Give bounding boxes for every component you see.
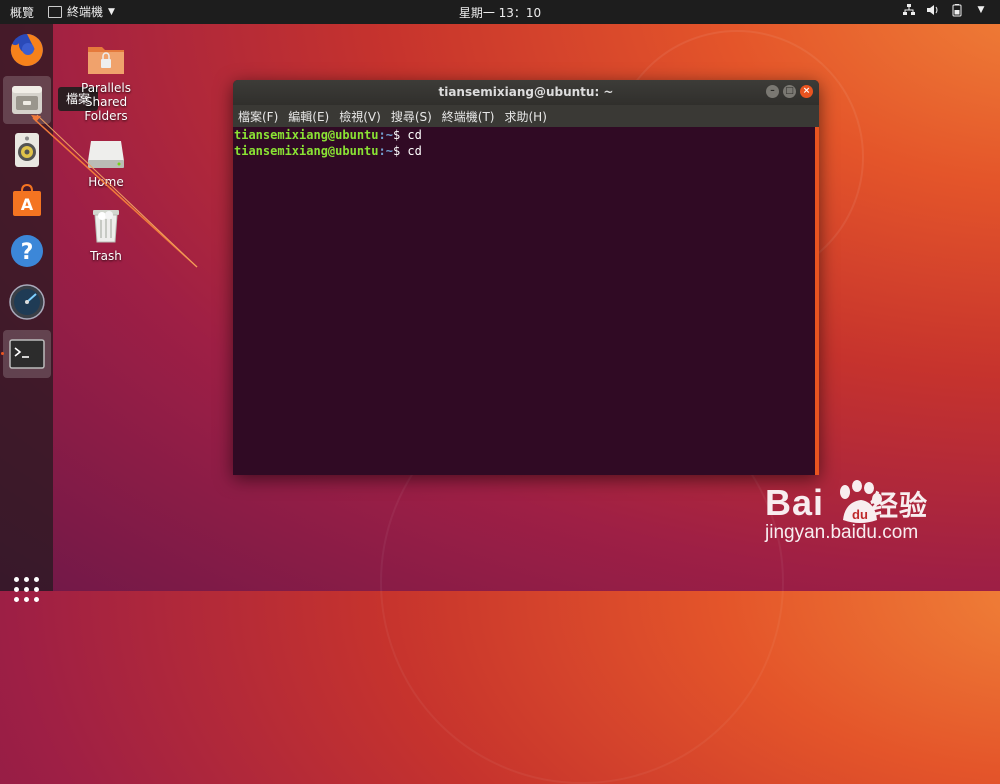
battery-icon[interactable] <box>950 3 964 17</box>
grid-dot <box>34 587 39 592</box>
firefox-icon <box>10 34 43 66</box>
grid-dot <box>14 597 19 602</box>
dock-item-help[interactable]: ? <box>3 227 51 275</box>
paw-icon: du <box>840 480 882 523</box>
menu-file[interactable]: 檔案(F) <box>238 108 278 125</box>
menu-edit[interactable]: 編輯(E) <box>288 108 329 125</box>
grid-dot <box>14 577 19 582</box>
network-icon[interactable] <box>902 3 916 17</box>
desktop-icon-label: Trash <box>90 249 122 263</box>
close-icon[interactable]: × <box>800 85 813 98</box>
menu-terminal[interactable]: 終端機(T) <box>442 108 495 125</box>
maximize-icon[interactable]: □ <box>783 85 796 98</box>
prompt-user: tiansemixiang@ubuntu <box>234 144 379 158</box>
menu-search[interactable]: 搜尋(S) <box>391 108 432 125</box>
terminal-line: tiansemixiang@ubuntu:~$ cd <box>234 127 818 143</box>
trash-icon <box>93 210 119 243</box>
prompt-user: tiansemixiang@ubuntu <box>234 128 379 142</box>
desktop-icon-shared-folders[interactable]: Parallels Shared Folders <box>66 42 146 123</box>
svg-text:?: ? <box>21 240 34 265</box>
watermark-bai: Bai <box>765 482 825 523</box>
grid-dot <box>24 587 29 592</box>
dock-item-software[interactable]: A <box>3 176 51 224</box>
show-applications-button[interactable] <box>14 577 40 603</box>
grid-dot <box>24 597 29 602</box>
running-indicator <box>1 352 4 355</box>
clock[interactable]: 星期一 13：10 <box>0 4 1000 21</box>
terminal-output[interactable]: tiansemixiang@ubuntu:~$ cd tiansemixiang… <box>233 127 819 475</box>
volume-icon[interactable] <box>926 3 940 17</box>
prompt-path: :~ <box>378 144 393 158</box>
prompt-path: :~ <box>378 128 393 142</box>
question-icon: ? <box>11 235 43 267</box>
dock-item-disk-usage[interactable] <box>3 278 51 326</box>
baidu-watermark: Bai 经验 du jingyan.baidu.com <box>765 480 985 544</box>
terminal-titlebar[interactable]: tiansemixiang@ubuntu: ~ – □ × <box>233 80 819 105</box>
desktop-icon-label: Home <box>88 175 124 189</box>
dock-item-firefox[interactable] <box>3 26 51 74</box>
grid-dot <box>34 577 39 582</box>
desktop-icon-trash[interactable]: Trash <box>66 206 146 263</box>
grid-dot <box>34 597 39 602</box>
terminal-window[interactable]: tiansemixiang@ubuntu: ~ – □ × 檔案(F) 編輯(E… <box>233 80 819 475</box>
minimize-icon[interactable]: – <box>766 85 779 98</box>
menu-view[interactable]: 檢視(V) <box>339 108 381 125</box>
file-cabinet-icon <box>12 86 42 114</box>
dock: A ? <box>0 24 53 602</box>
menu-arrow-icon[interactable]: ▼ <box>974 3 988 17</box>
gauge-icon <box>9 284 45 320</box>
terminal-menubar: 檔案(F) 編輯(E) 檢視(V) 搜尋(S) 終端機(T) 求助(H) <box>233 105 819 127</box>
top-bar: 概覽 終端機 ▼ 星期一 13：10 ▼ <box>0 0 1000 24</box>
grid-dot <box>24 577 29 582</box>
system-tray[interactable]: ▼ <box>902 3 988 17</box>
terminal-icon <box>9 339 45 369</box>
shared-folder-icon <box>88 47 124 74</box>
terminal-scrollbar[interactable] <box>815 127 819 475</box>
menu-help[interactable]: 求助(H) <box>505 108 547 125</box>
svg-text:A: A <box>21 195 34 214</box>
speaker-icon <box>15 133 39 167</box>
paw-du-text: du <box>852 507 868 522</box>
desktop-icon-home[interactable]: Home <box>66 138 146 189</box>
shopping-bag-icon: A <box>13 183 41 216</box>
desktop-icon-label: Parallels Shared Folders <box>81 81 131 123</box>
terminal-line: tiansemixiang@ubuntu:~$ cd <box>234 143 818 159</box>
grid-dot <box>14 587 19 592</box>
dock-item-terminal[interactable] <box>3 330 51 378</box>
dock-item-files[interactable] <box>3 76 51 124</box>
command-text: $ cd <box>392 128 422 142</box>
window-controls: – □ × <box>766 85 813 98</box>
dock-item-rhythmbox[interactable] <box>3 126 51 174</box>
window-title: tiansemixiang@ubuntu: ~ <box>438 85 614 99</box>
home-drive-icon <box>88 141 124 168</box>
command-text: $ cd <box>392 144 422 158</box>
